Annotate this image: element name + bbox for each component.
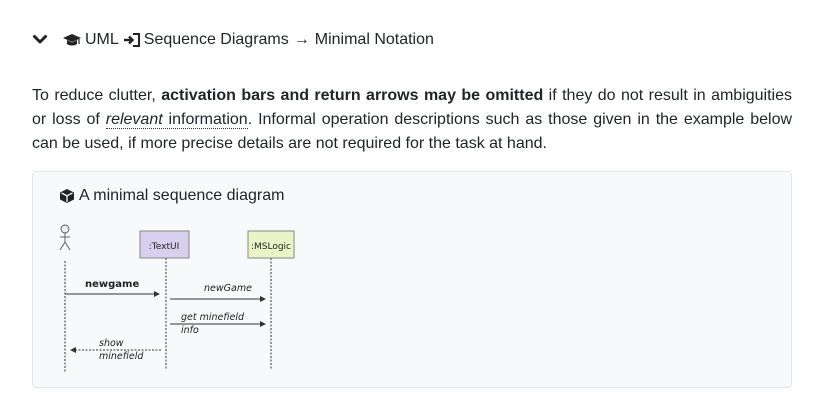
message-newgame-label: newgame bbox=[85, 279, 139, 290]
breadcrumb: UML Sequence Diagrams → Minimal Notation bbox=[32, 28, 434, 52]
message-newGame-label: newGame bbox=[204, 283, 252, 294]
arrow-right-icon: → bbox=[293, 31, 310, 48]
sign-in-icon bbox=[123, 32, 141, 48]
textui-label: :TextUI bbox=[149, 242, 179, 252]
mslogic-label: :MSLogic bbox=[251, 242, 291, 252]
message-get-minefield-label: get minefield bbox=[181, 312, 245, 323]
example-panel: A minimal sequence diagram :TextUI :MSLo… bbox=[32, 171, 792, 388]
sequence-diagram: :TextUI :MSLogic newgame newGame get min… bbox=[59, 224, 295, 372]
breadcrumb-item-uml[interactable]: UML bbox=[85, 31, 119, 49]
return-show-label: show bbox=[99, 338, 124, 349]
relevant-word[interactable]: relevant bbox=[106, 111, 163, 128]
message-info-label: info bbox=[181, 325, 199, 336]
breadcrumb-item-sequence-diagrams[interactable]: Sequence Diagrams bbox=[144, 31, 289, 49]
paragraph-bold-text: activation bars and return arrows may be… bbox=[161, 87, 544, 104]
information-word[interactable]: information bbox=[163, 111, 248, 128]
relevant-information-term[interactable]: relevant information bbox=[105, 111, 248, 129]
graduation-cap-icon bbox=[62, 32, 82, 48]
chevron-down-icon[interactable] bbox=[32, 32, 48, 48]
breadcrumb-item-minimal-notation: Minimal Notation bbox=[314, 31, 434, 48]
return-minefield-label: minefield bbox=[99, 351, 144, 362]
actor-icon bbox=[59, 224, 71, 251]
intro-paragraph: To reduce clutter, activation bars and r… bbox=[32, 84, 792, 156]
paragraph-text: To reduce clutter, bbox=[32, 87, 162, 104]
